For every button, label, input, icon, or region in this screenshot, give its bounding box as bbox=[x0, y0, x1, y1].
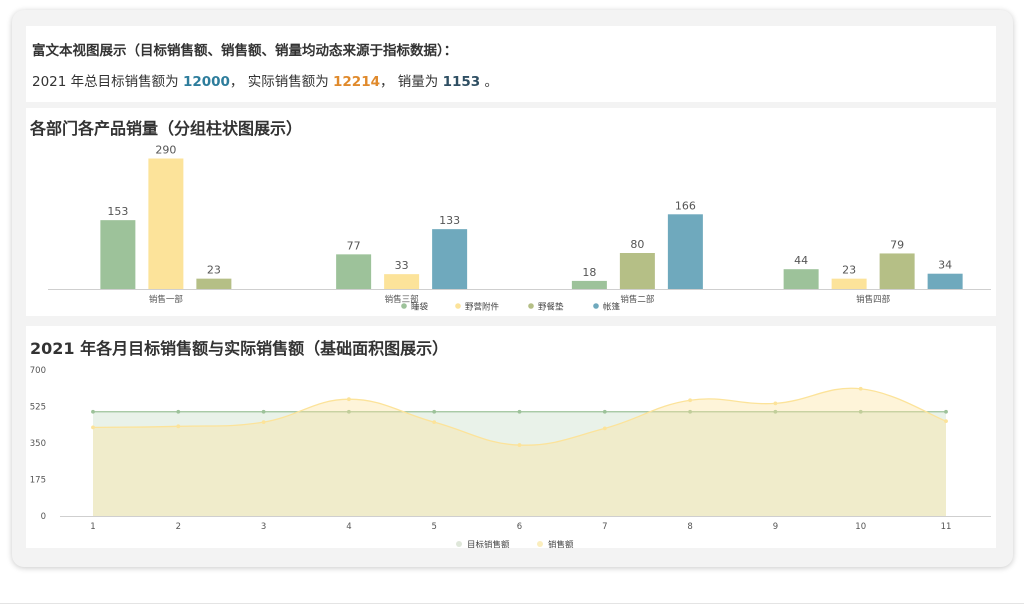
bar-value-label: 18 bbox=[582, 266, 596, 279]
bar-1-3 bbox=[196, 278, 232, 289]
area-point bbox=[602, 409, 607, 414]
bar-1-2 bbox=[148, 158, 184, 289]
legend-label: 睡袋 bbox=[411, 302, 429, 313]
bar-4-4 bbox=[927, 273, 963, 289]
area-point bbox=[517, 409, 522, 414]
x-tick-label: 4 bbox=[346, 522, 351, 532]
target-total-value: 12000 bbox=[182, 74, 230, 90]
area-point bbox=[432, 420, 437, 425]
category-label: 销售二部 bbox=[620, 294, 655, 305]
legend-label: 帐篷 bbox=[603, 302, 621, 313]
page-divider bbox=[0, 603, 1024, 604]
bar-value-label: 23 bbox=[207, 264, 221, 277]
summary-sep-2: ， 销量为 bbox=[379, 74, 443, 90]
bar-value-label: 77 bbox=[347, 239, 361, 252]
bar-chart-card: 各部门各产品销量（分组柱状图展示） 153 290 23 销售一部 77 33 133 销售三… bbox=[26, 108, 996, 316]
bar-3-4 bbox=[667, 214, 703, 289]
x-tick-label: 5 bbox=[431, 522, 436, 532]
legend-marker bbox=[455, 303, 461, 309]
legend-marker bbox=[456, 541, 462, 547]
legend-label: 销售额 bbox=[548, 540, 574, 549]
area-point bbox=[261, 420, 266, 425]
richtext-summary: 2021 年总目标销售额为 12000， 实际销售额为 12214， 销量为 1… bbox=[32, 70, 498, 90]
x-tick-label: 10 bbox=[855, 522, 866, 532]
area-point bbox=[261, 409, 266, 414]
legend-label: 目标销售额 bbox=[467, 540, 510, 549]
bar-2-2 bbox=[384, 274, 420, 289]
area-point bbox=[858, 386, 863, 391]
legend-label: 野营附件 bbox=[465, 302, 500, 313]
bar-4-1 bbox=[783, 269, 819, 289]
volume-total-value: 1153 bbox=[442, 74, 481, 90]
x-tick-label: 11 bbox=[941, 522, 952, 532]
area-point bbox=[944, 409, 948, 414]
bar-2-4 bbox=[432, 229, 468, 289]
area-point bbox=[432, 409, 437, 414]
bar-value-label: 80 bbox=[630, 238, 644, 251]
bar-value-label: 33 bbox=[395, 259, 409, 272]
bar-2-1 bbox=[336, 254, 372, 289]
y-tick-label: 350 bbox=[30, 439, 46, 449]
legend-marker bbox=[537, 541, 543, 547]
area-point bbox=[176, 409, 181, 414]
grouped-bar-chart: 15329023销售一部7733133销售三部1880166销售二部442379… bbox=[48, 144, 991, 313]
area-point bbox=[91, 409, 95, 414]
y-tick-label: 0 bbox=[41, 512, 46, 522]
y-tick-label: 525 bbox=[30, 403, 46, 413]
area-point bbox=[602, 426, 607, 431]
bar-4-3 bbox=[879, 253, 915, 289]
actual-total-value: 12214 bbox=[333, 74, 380, 90]
x-tick-label: 2 bbox=[176, 522, 181, 532]
bar-value-label: 166 bbox=[675, 199, 696, 212]
legend-label: 野餐垫 bbox=[538, 302, 564, 313]
bar-value-label: 133 bbox=[439, 214, 460, 227]
bar-3-1 bbox=[571, 280, 607, 289]
x-tick-label: 6 bbox=[517, 522, 522, 532]
summary-suffix: 。 bbox=[480, 74, 498, 90]
dashboard-frame: 富文本视图展示（目标销售额、销售额、销量均动态来源于指标数据）： 2021 年总… bbox=[12, 10, 1013, 567]
area-chart-card: 2021 年各月目标销售额与实际销售额（基础面积图展示） 0 175 350 525 7… bbox=[26, 326, 996, 548]
area-point bbox=[347, 397, 351, 402]
category-label: 销售四部 bbox=[856, 294, 891, 305]
area-point bbox=[944, 419, 948, 423]
legend-marker bbox=[528, 303, 534, 309]
area-point bbox=[688, 398, 692, 403]
area-point bbox=[517, 443, 522, 447]
x-tick-label: 3 bbox=[261, 522, 266, 532]
area-point bbox=[91, 425, 95, 430]
summary-prefix: 2021 年总目标销售额为 bbox=[32, 74, 183, 90]
summary-sep-1: ， 实际销售额为 bbox=[229, 74, 334, 90]
y-tick-label: 700 bbox=[30, 366, 46, 376]
legend-marker bbox=[593, 303, 599, 309]
bar-value-label: 290 bbox=[155, 144, 176, 157]
y-tick-label: 175 bbox=[30, 476, 46, 486]
richtext-intro: 富文本视图展示（目标销售额、销售额、销量均动态来源于指标数据）： bbox=[32, 43, 458, 59]
bar-4-2 bbox=[831, 278, 867, 289]
bar-3-3 bbox=[619, 253, 655, 289]
bar-value-label: 79 bbox=[890, 238, 904, 251]
x-tick-label: 7 bbox=[602, 522, 607, 532]
bar-value-label: 34 bbox=[938, 259, 952, 272]
x-tick-label: 1 bbox=[90, 522, 95, 532]
area-point bbox=[773, 401, 778, 406]
bar-value-label: 44 bbox=[794, 254, 808, 267]
bar-value-label: 23 bbox=[842, 264, 856, 277]
bar-1-1 bbox=[100, 220, 136, 289]
bar-value-label: 153 bbox=[107, 205, 128, 218]
richtext-card: 富文本视图展示（目标销售额、销售额、销量均动态来源于指标数据）： 2021 年总… bbox=[26, 26, 996, 102]
area-point bbox=[176, 424, 181, 429]
basic-area-chart: 0 175 350 525 700 1 2 3 4 5 6 7 8 9 10 11 目标销售额 销售额 bbox=[30, 366, 991, 549]
legend-marker bbox=[401, 303, 407, 309]
x-tick-label: 9 bbox=[773, 522, 778, 532]
x-tick-label: 8 bbox=[687, 522, 692, 532]
category-label: 销售一部 bbox=[149, 294, 184, 305]
area-fill-2 bbox=[93, 388, 946, 516]
